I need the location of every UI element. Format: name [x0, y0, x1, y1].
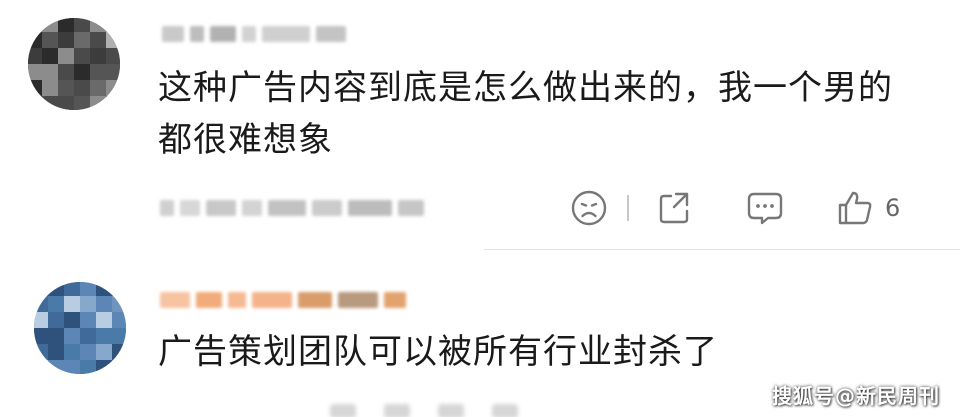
avatar-pixel — [112, 312, 126, 328]
avatar-pixel — [64, 282, 80, 296]
avatar-pixel — [48, 344, 64, 360]
avatar-pixel — [34, 296, 48, 312]
avatar-pixel — [90, 80, 106, 96]
timestamp-blurred — [330, 404, 518, 417]
avatar-pixel — [96, 328, 112, 344]
comment-text: 这种广告内容到底是怎么做出来的，我一个男的都很难想象 — [158, 68, 893, 160]
avatar-pixel — [28, 48, 42, 64]
avatar-pixel — [106, 80, 120, 96]
avatar[interactable] — [28, 18, 120, 110]
avatar-pixel — [90, 48, 106, 64]
avatar-pixel — [112, 360, 126, 374]
avatar-pixel — [42, 32, 58, 48]
avatar-pixel — [34, 328, 48, 344]
avatar-pixel — [112, 328, 126, 344]
avatar-pixel — [48, 312, 64, 328]
avatar-pixel — [90, 32, 106, 48]
avatar-pixel — [28, 32, 42, 48]
like-button[interactable] — [831, 184, 879, 232]
avatar-pixel — [112, 344, 126, 360]
avatar-pixel — [64, 328, 80, 344]
avatar-pixel — [64, 312, 80, 328]
avatar-pixel — [80, 360, 96, 374]
avatar-pixel — [112, 282, 126, 296]
avatar-pixel — [28, 80, 42, 96]
avatar-pixel — [58, 48, 74, 64]
avatar-pixel — [90, 64, 106, 80]
avatar-pixel — [58, 32, 74, 48]
comment-divider — [484, 249, 960, 250]
avatar-pixel — [106, 96, 120, 110]
avatar-pixel — [80, 296, 96, 312]
avatar-pixel — [80, 328, 96, 344]
sad-face-icon — [571, 190, 607, 226]
avatar-pixel — [80, 344, 96, 360]
avatar-pixel — [80, 282, 96, 296]
avatar-pixel — [28, 96, 42, 110]
avatar-pixel — [106, 64, 120, 80]
avatar-pixel — [58, 80, 74, 96]
avatar-pixel — [74, 48, 90, 64]
comment-actions: 6 — [565, 184, 900, 232]
avatar-pixel — [106, 18, 120, 32]
avatar-pixel — [64, 360, 80, 374]
avatar-pixel — [96, 282, 112, 296]
avatar-pixel — [34, 360, 48, 374]
avatar-pixel — [42, 96, 58, 110]
avatar-pixel — [42, 48, 58, 64]
username-blurred[interactable] — [162, 26, 346, 42]
avatar-pixel — [74, 80, 90, 96]
avatar-pixel — [74, 18, 90, 32]
avatar-pixel — [42, 18, 58, 32]
avatar-pixel — [42, 80, 58, 96]
avatar-pixel — [58, 18, 74, 32]
avatar-pixel — [64, 296, 80, 312]
avatar-pixel — [96, 312, 112, 328]
avatar-pixel — [96, 360, 112, 374]
thumbs-up-icon — [838, 191, 872, 225]
reply-button[interactable] — [741, 184, 789, 232]
avatar-pixel — [34, 312, 48, 328]
avatar-pixel — [74, 32, 90, 48]
like-count: 6 — [885, 194, 901, 222]
avatar-pixel — [28, 64, 42, 80]
avatar-pixel — [90, 96, 106, 110]
avatar-pixel — [48, 328, 64, 344]
avatar-pixel — [34, 344, 48, 360]
avatar-pixel — [74, 96, 90, 110]
dislike-button[interactable] — [565, 184, 613, 232]
avatar-pixel — [96, 296, 112, 312]
share-icon — [659, 192, 689, 224]
avatar-pixel — [106, 48, 120, 64]
avatar-pixel — [90, 18, 106, 32]
avatar[interactable] — [34, 282, 126, 374]
action-divider — [627, 195, 629, 221]
avatar-pixel — [28, 18, 42, 32]
avatar-pixel — [112, 296, 126, 312]
timestamp-blurred — [160, 200, 424, 216]
comment-icon — [747, 192, 783, 225]
avatar-pixel — [48, 360, 64, 374]
comment-feed: 这种广告内容到底是怎么做出来的，我一个男的都很难想象 6 广告策划团队可以被所有… — [0, 0, 960, 417]
avatar-pixel — [42, 64, 58, 80]
comment-text: 广告策划团队可以被所有行业封杀了 — [158, 332, 718, 372]
avatar-pixel — [58, 96, 74, 110]
avatar-pixel — [34, 282, 48, 296]
watermark: 搜狐号@新民周刊 — [772, 384, 940, 408]
avatar-pixel — [58, 64, 74, 80]
avatar-pixel — [96, 344, 112, 360]
avatar-pixel — [48, 296, 64, 312]
avatar-pixel — [48, 282, 64, 296]
username-blurred[interactable] — [160, 292, 406, 308]
avatar-pixel — [106, 32, 120, 48]
share-button[interactable] — [651, 184, 699, 232]
avatar-pixel — [74, 64, 90, 80]
avatar-pixel — [64, 344, 80, 360]
avatar-pixel — [80, 312, 96, 328]
